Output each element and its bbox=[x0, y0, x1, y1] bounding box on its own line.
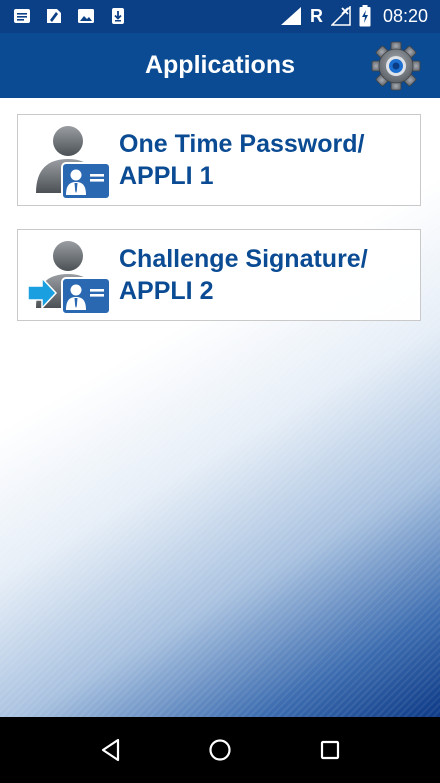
app-item-label: Challenge Signature/ APPLI 2 bbox=[119, 243, 409, 307]
sim-edit-icon bbox=[47, 9, 61, 23]
user-id-card-arrow-icon bbox=[28, 241, 111, 315]
app-item-otp[interactable]: One Time Password/ APPLI 1 bbox=[17, 114, 421, 206]
app-name: One Time Password/ bbox=[119, 130, 365, 158]
back-icon bbox=[101, 738, 120, 762]
app-name: Challenge Signature/ bbox=[119, 245, 368, 273]
navigation-bar bbox=[0, 717, 440, 783]
app-slot: APPLI 2 bbox=[119, 277, 214, 305]
app-bar: Applications bbox=[0, 33, 440, 98]
settings-button[interactable] bbox=[370, 40, 422, 92]
home-button[interactable] bbox=[205, 735, 235, 765]
recent-apps-button[interactable] bbox=[315, 735, 345, 765]
user-id-card-icon bbox=[36, 126, 111, 200]
app-item-label: One Time Password/ APPLI 1 bbox=[119, 128, 409, 192]
notification-icons bbox=[12, 6, 128, 26]
applications-list: One Time Password/ APPLI 1 Challenge Sig… bbox=[0, 98, 440, 717]
status-bar: R 08:20 bbox=[0, 0, 440, 33]
network-indicator: R bbox=[309, 6, 323, 26]
download-icon bbox=[112, 8, 124, 24]
signal-icon bbox=[280, 7, 301, 25]
home-icon bbox=[209, 739, 231, 761]
back-button[interactable] bbox=[96, 735, 126, 765]
battery-charging-icon bbox=[359, 5, 371, 27]
recent-apps-icon bbox=[320, 740, 340, 760]
image-icon bbox=[78, 9, 94, 23]
phone-screen: R 08:20 Applications One Time Password/ … bbox=[0, 0, 440, 783]
app-slot: APPLI 1 bbox=[119, 162, 214, 190]
system-status: R 08:20 bbox=[280, 5, 428, 27]
gear-icon bbox=[371, 41, 421, 91]
app-item-challenge-signature[interactable]: Challenge Signature/ APPLI 2 bbox=[17, 229, 421, 321]
clock: 08:20 bbox=[382, 6, 428, 26]
notes-icon bbox=[14, 9, 30, 23]
no-data-icon bbox=[330, 6, 351, 26]
